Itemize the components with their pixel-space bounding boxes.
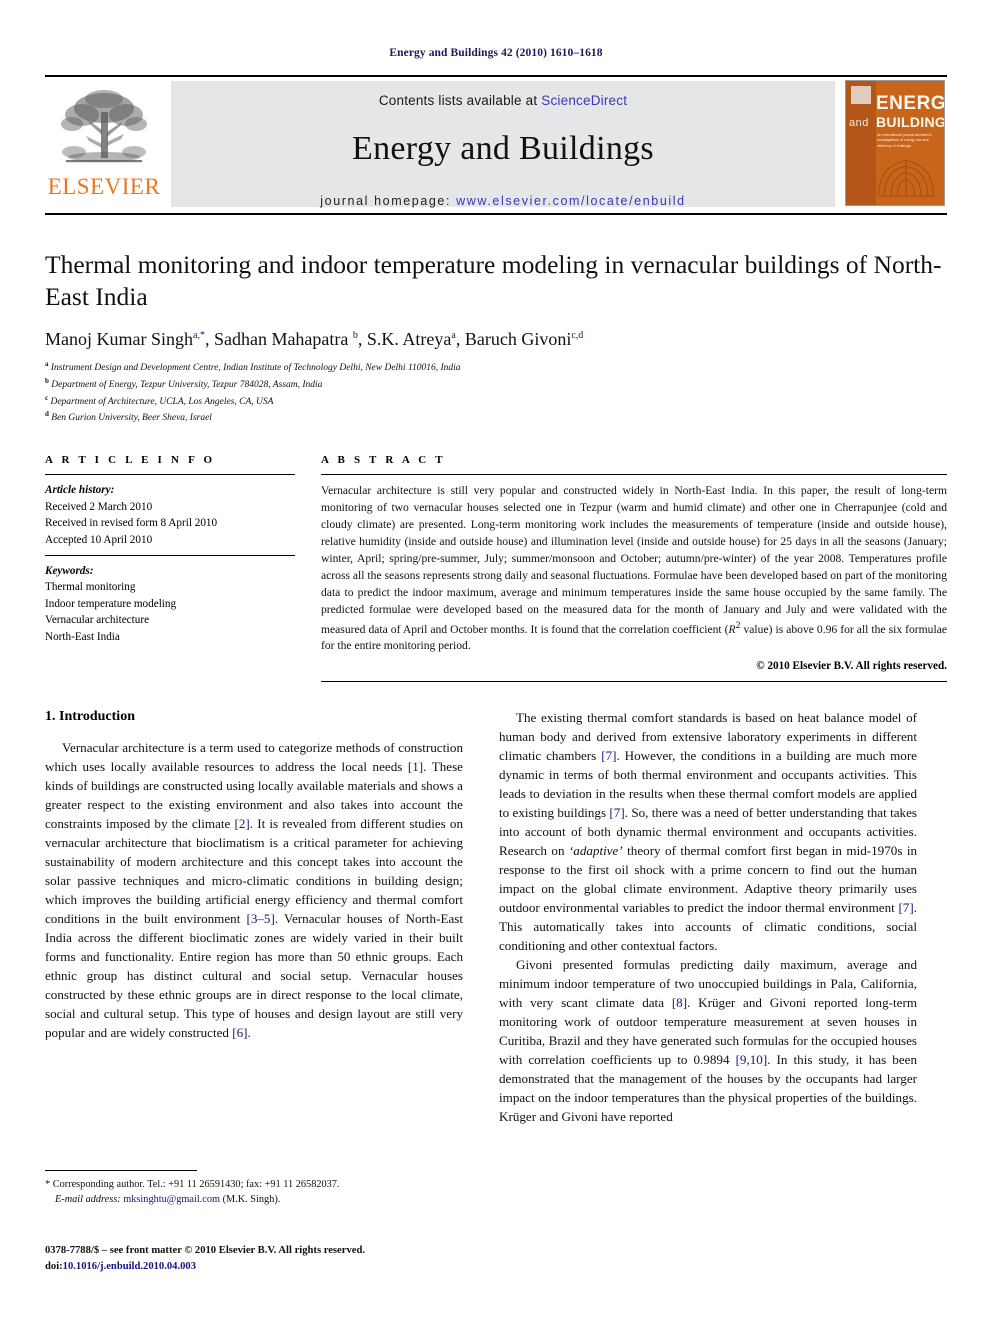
keyword-item: Vernacular architecture xyxy=(45,614,150,627)
section-heading-introduction: 1. Introduction xyxy=(45,709,135,725)
doi-link[interactable]: 10.1016/j.enbuild.2010.04.003 xyxy=(63,1261,196,1272)
running-head: Energy and Buildings 42 (2010) 1610–1618 xyxy=(389,47,603,59)
imprint-doi-line: doi:10.1016/j.enbuild.2010.04.003 xyxy=(45,1259,515,1275)
title-block: Thermal monitoring and indoor temperatur… xyxy=(45,249,947,426)
paragraph-intro-3: Givoni presented formulas predicting dai… xyxy=(499,957,917,1124)
homepage-prefix: journal homepage: xyxy=(320,194,457,208)
article-info-rule-top xyxy=(45,474,295,476)
article-history-item: Accepted 10 April 2010 xyxy=(45,533,153,546)
article-history-block: Article history: Received 2 March 2010 Re… xyxy=(45,482,295,548)
article-info-column: A R T I C L E I N F O Article history: R… xyxy=(45,454,295,682)
journal-banner: ELSEVIER Contents lists available at Sci… xyxy=(45,75,947,213)
affiliation-c: c Department of Architecture, UCLA, Los … xyxy=(45,393,274,407)
email-link[interactable]: mksinghtu@gmail.com xyxy=(123,1194,220,1205)
keyword-item: Indoor temperature modeling xyxy=(45,597,177,610)
cover-floorplan-icon xyxy=(878,159,934,197)
affiliation-marker: b xyxy=(45,376,49,385)
cover-subtitle-text: An international journal devoted to inve… xyxy=(877,133,932,148)
paragraph-intro-2: The existing thermal comfort standards i… xyxy=(499,710,918,954)
body-column-right: The existing thermal comfort standards i… xyxy=(499,709,917,1127)
article-info-rule-mid xyxy=(45,554,295,556)
cover-buildings-text: BUILDINGS xyxy=(876,114,945,130)
body-column-left: 1. Introduction Vernacular architecture … xyxy=(45,709,463,1127)
emphasis-adaptive: ‘adaptive’ xyxy=(568,843,623,859)
abstract-column: A B S T R A C T Vernacular architecture … xyxy=(321,454,947,683)
r-squared-symbol: R xyxy=(728,622,736,636)
abstract-rule-top xyxy=(321,474,947,476)
contents-prefix: Contents lists available at xyxy=(378,93,542,108)
page-title: Thermal monitoring and indoor temperatur… xyxy=(45,250,942,311)
affiliation-marker: c xyxy=(45,393,49,402)
footnote-area: * Corresponding author. Tel.: +91 11 265… xyxy=(45,1170,463,1208)
keyword-item: North-East India xyxy=(45,630,120,643)
citation-ref[interactable]: [6] xyxy=(232,1025,247,1040)
citation-ref[interactable]: [2] xyxy=(235,816,250,831)
r-squared-exponent: 2 xyxy=(735,619,741,631)
affiliation-marker: d xyxy=(45,410,49,419)
article-history-items: Received 2 March 2010 Received in revised… xyxy=(45,499,295,549)
affiliation-a: a Instrument Design and Development Cent… xyxy=(45,359,461,373)
email-owner: (M.K. Singh). xyxy=(222,1194,281,1206)
elsevier-wordmark: ELSEVIER xyxy=(47,174,161,199)
affiliation-b: b Department of Energy, Tezpur Universit… xyxy=(45,376,323,390)
keywords-block: Keywords: Thermal monitoring Indoor tempe… xyxy=(45,563,295,646)
abstract-text: Vernacular architecture is still very po… xyxy=(321,484,947,653)
abstract-rule-bottom xyxy=(321,681,947,683)
keywords-label: Keywords: xyxy=(45,564,94,577)
info-abstract-region: A R T I C L E I N F O Article history: R… xyxy=(45,454,947,683)
body-columns: 1. Introduction Vernacular architecture … xyxy=(45,709,947,1127)
article-info-heading: A R T I C L E I N F O xyxy=(45,454,216,467)
journal-homepage-link[interactable]: www.elsevier.com/locate/enbuild xyxy=(456,194,686,208)
citation-ref[interactable]: [1] xyxy=(408,759,423,774)
abstract-copyright: © 2010 Elsevier B.V. All rights reserved… xyxy=(756,660,947,673)
keyword-item: Thermal monitoring xyxy=(45,581,136,594)
citation-ref[interactable]: [7] xyxy=(601,748,616,763)
affiliation-list: a Instrument Design and Development Cent… xyxy=(45,359,947,427)
corresponding-author-note: * Corresponding author. Tel.: +91 11 265… xyxy=(45,1179,340,1190)
paragraph-intro-1: Vernacular architecture is a term used t… xyxy=(45,740,463,1041)
citation-ref[interactable]: [8] xyxy=(672,995,687,1010)
cover-and-text: and xyxy=(849,117,869,129)
abstract-heading: A B S T R A C T xyxy=(321,454,446,467)
journal-title: Energy and Buildings xyxy=(352,130,654,167)
journal-homepage-line: journal homepage: www.elsevier.com/locat… xyxy=(320,194,685,208)
paper-page: Energy and Buildings 42 (2010) 1610–1618 xyxy=(0,0,992,1323)
doi-label: doi: xyxy=(45,1260,63,1272)
article-history-label: Article history: xyxy=(45,484,115,497)
citation-ref[interactable]: [9,10] xyxy=(736,1052,768,1067)
sciencedirect-link[interactable]: ScienceDirect xyxy=(541,93,627,108)
citation-ref[interactable]: [7] xyxy=(609,805,624,820)
journal-cover-thumbnail: and ENERGY BUILDINGS An international jo… xyxy=(845,80,945,206)
keywords-items: Thermal monitoring Indoor temperature mod… xyxy=(45,579,295,645)
cover-energy-text: ENERGY xyxy=(876,93,945,114)
email-label: E-mail address: xyxy=(55,1194,121,1206)
email-note: E-mail address: mksinghtu@gmail.com (M.K… xyxy=(45,1192,463,1207)
journal-cover: and ENERGY BUILDINGS An international jo… xyxy=(843,77,947,213)
contents-available-line: Contents lists available at ScienceDirec… xyxy=(379,93,627,108)
imprint-line1: 0378-7788/$ – see front matter © 2010 El… xyxy=(45,1245,365,1256)
citation-ref[interactable]: [3–5] xyxy=(246,911,274,926)
banner-center: Contents lists available at ScienceDirec… xyxy=(171,81,835,208)
citation-ref[interactable]: [7] xyxy=(898,900,913,915)
article-history-item: Received 2 March 2010 xyxy=(45,500,153,513)
footnote-rule xyxy=(45,1170,197,1171)
article-history-item: Received in revised form 8 April 2010 xyxy=(45,517,218,530)
affiliation-d: d Ben Gurion University, Beer Sheva, Isr… xyxy=(45,410,212,424)
author-list: Manoj Kumar Singha,*, Sadhan Mahapatra b… xyxy=(45,328,584,349)
elsevier-tree-icon xyxy=(61,90,147,163)
affiliation-marker: a xyxy=(45,359,49,368)
cover-publisher-mark-icon xyxy=(851,86,871,104)
elsevier-logo: ELSEVIER xyxy=(45,77,163,213)
banner-bottom-rule xyxy=(45,213,947,215)
imprint-block: 0378-7788/$ – see front matter © 2010 El… xyxy=(45,1243,515,1275)
